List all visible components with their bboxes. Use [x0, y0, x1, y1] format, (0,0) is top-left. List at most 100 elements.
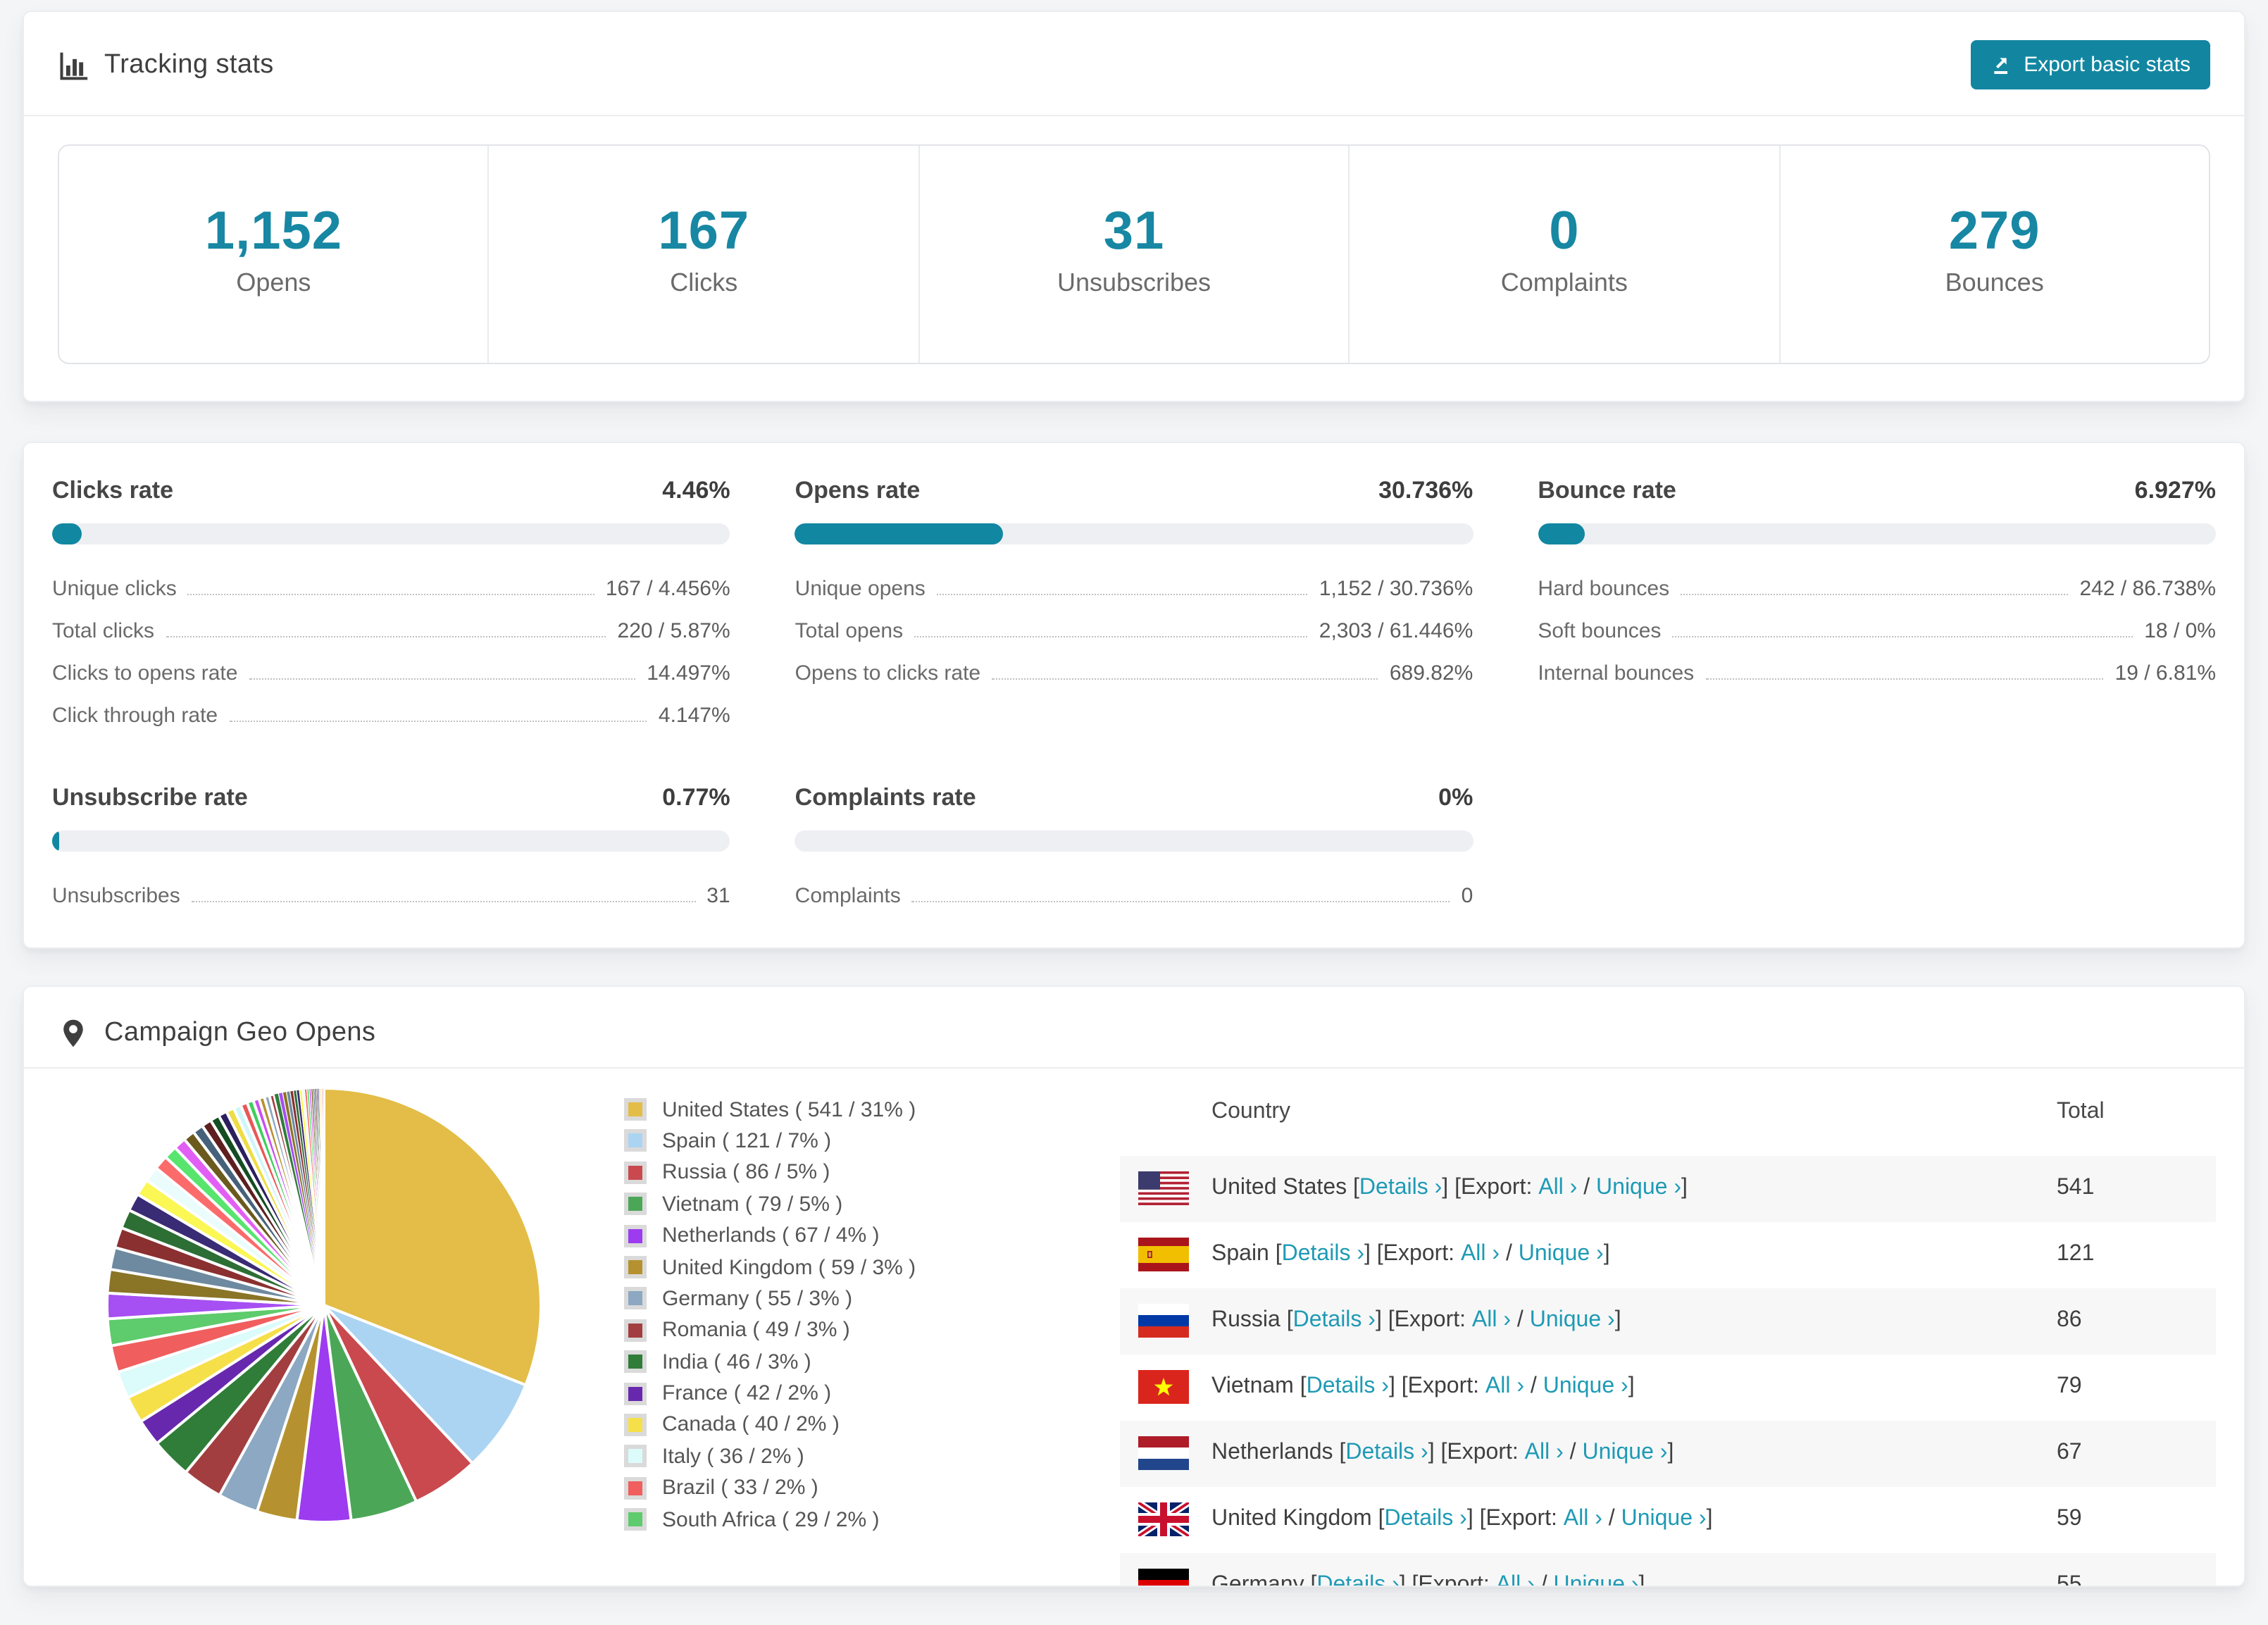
legend-swatch — [624, 1193, 647, 1216]
rate-progress-bar — [795, 523, 1473, 544]
legend-item-brazil: Brazil ( 33 / 2% ) — [624, 1472, 1120, 1504]
header-divider — [24, 115, 2244, 116]
detail-value: 31 — [706, 883, 730, 908]
export-unique-link-spain[interactable]: Unique › — [1519, 1243, 1604, 1268]
legend-item-germany: Germany ( 55 / 3% ) — [624, 1283, 1120, 1314]
export-unique-link-netherlands[interactable]: Unique › — [1582, 1441, 1667, 1467]
rate-progress-fill — [795, 523, 1004, 544]
row-text: ] — [1614, 1308, 1621, 1333]
legend-label: South Africa ( 29 / 2% ) — [662, 1507, 880, 1532]
table-row-united-kingdom: United Kingdom [Details ›] [Export: All … — [1120, 1487, 2216, 1553]
rate-head: Complaints rate 0% — [795, 784, 1473, 812]
detail-value: 19 / 6.81% — [2114, 661, 2216, 685]
stat-box-opens: 1,152 Opens — [59, 146, 490, 363]
stat-label: Bounces — [1945, 268, 2044, 297]
row-text: ] [Export: — [1428, 1440, 1525, 1465]
details-link-spain[interactable]: Details › — [1282, 1243, 1364, 1268]
export-all-link-vietnam[interactable]: All › — [1485, 1375, 1524, 1400]
stat-label: Clicks — [670, 268, 738, 297]
detail-label: Internal bounces — [1538, 661, 1695, 685]
dotted-leader — [1705, 678, 2104, 680]
table-row-vietnam: Vietnam [Details ›] [Export: All › / Uni… — [1120, 1355, 2216, 1421]
country-name: United States — [1211, 1176, 1347, 1200]
details-link-united-states[interactable]: Details › — [1359, 1176, 1442, 1202]
dotted-leader — [1672, 635, 2133, 637]
details-link-vietnam[interactable]: Details › — [1307, 1375, 1389, 1400]
row-text: / — [1524, 1374, 1543, 1399]
export-unique-link-germany[interactable]: Unique › — [1554, 1574, 1639, 1586]
row-text: [ — [1333, 1440, 1346, 1465]
rate-detail-rows: Unique opens 1,152 / 30.736% Total opens 2,… — [795, 567, 1473, 694]
legend-swatch — [624, 1382, 647, 1405]
legend-swatch — [624, 1508, 647, 1531]
export-unique-link-russia[interactable]: Unique › — [1530, 1309, 1615, 1334]
rate-detail-row-total-opens: Total opens 2,303 / 61.446% — [795, 609, 1473, 652]
export-all-link-netherlands[interactable]: All › — [1525, 1441, 1564, 1467]
rate-value: 6.927% — [2134, 476, 2216, 504]
export-unique-link-united-states[interactable]: Unique › — [1596, 1176, 1681, 1202]
table-row-spain: Spain [Details ›] [Export: All › / Uniqu… — [1120, 1222, 2216, 1288]
detail-label: Unique clicks — [52, 576, 177, 601]
export-basic-stats-button[interactable]: Export basic stats — [1970, 40, 2210, 89]
geo-content: United States ( 541 / 31% ) Spain ( 121 /… — [24, 1069, 2244, 1587]
export-unique-link-united-kingdom[interactable]: Unique › — [1621, 1507, 1707, 1533]
stat-value: 1,152 — [204, 202, 342, 261]
export-all-link-russia[interactable]: All › — [1472, 1309, 1511, 1334]
column-header-country: Country — [1211, 1099, 1291, 1123]
legend-item-canada: Canada ( 40 / 2% ) — [624, 1409, 1120, 1441]
rate-detail-row-hard-bounces: Hard bounces 242 / 86.738% — [1538, 567, 2216, 609]
details-link-russia[interactable]: Details › — [1293, 1309, 1376, 1334]
export-basic-stats-label: Export basic stats — [2024, 53, 2191, 77]
rate-title: Opens rate — [795, 476, 921, 504]
detail-value: 4.147% — [658, 703, 730, 728]
details-link-netherlands[interactable]: Details › — [1345, 1441, 1428, 1467]
vietnam-flag-icon — [1138, 1370, 1189, 1405]
rate-section-bounce-rate: Bounce rate 6.927% Hard bounces 242 / 86.73… — [1538, 477, 2216, 736]
row-text: ] [Export: — [1399, 1573, 1496, 1587]
legend-label: France ( 42 / 2% ) — [662, 1381, 832, 1406]
export-all-link-united-kingdom[interactable]: All › — [1564, 1507, 1602, 1533]
rates-grid: Clicks rate 4.46% Unique clicks 167 / 4.456… — [52, 477, 2216, 916]
legend-label: United States ( 541 / 31% ) — [662, 1097, 916, 1122]
legend-label: Romania ( 49 / 3% ) — [662, 1318, 850, 1343]
detail-label: Clicks to opens rate — [52, 661, 238, 685]
stat-box-clicks: 167 Clicks — [490, 146, 920, 363]
rate-title: Bounce rate — [1538, 476, 1676, 504]
export-all-link-spain[interactable]: All › — [1461, 1243, 1500, 1268]
rate-section-complaints-rate: Complaints rate 0% Complaints 0 — [795, 784, 1473, 916]
rate-progress-bar — [52, 830, 730, 852]
detail-label: Soft bounces — [1538, 618, 1662, 643]
legend-item-united-kingdom: United Kingdom ( 59 / 3% ) — [624, 1252, 1120, 1283]
rate-detail-rows: Unsubscribes 31 — [52, 874, 730, 916]
country-cell: Germany [Details ›] [Export: All › / Uni… — [1120, 1569, 2057, 1587]
row-text: / — [1577, 1176, 1597, 1200]
legend-swatch — [624, 1256, 647, 1279]
dotted-leader — [911, 900, 1450, 902]
geo-pie-chart — [105, 1086, 543, 1524]
rate-detail-row-soft-bounces: Soft bounces 18 / 0% — [1538, 609, 2216, 652]
stat-box-complaints: 0 Complaints — [1350, 146, 1781, 363]
rate-progress-bar — [795, 830, 1473, 852]
geo-header: Campaign Geo Opens — [24, 987, 2244, 1067]
export-unique-link-vietnam[interactable]: Unique › — [1543, 1375, 1628, 1400]
rate-detail-row-unique-opens: Unique opens 1,152 / 30.736% — [795, 567, 1473, 609]
stat-label: Complaints — [1500, 268, 1628, 297]
country-name: Netherlands — [1211, 1440, 1333, 1465]
row-text: ] — [1628, 1374, 1635, 1399]
legend-label: Germany ( 55 / 3% ) — [662, 1286, 853, 1311]
export-all-link-germany[interactable]: All › — [1496, 1574, 1535, 1586]
row-text: / — [1511, 1308, 1530, 1333]
legend-item-italy: Italy ( 36 / 2% ) — [624, 1440, 1120, 1472]
legend-label: Spain ( 121 / 7% ) — [662, 1128, 832, 1153]
row-text: ] — [1667, 1440, 1674, 1465]
legend-label: United Kingdom ( 59 / 3% ) — [662, 1255, 916, 1280]
details-link-germany[interactable]: Details › — [1316, 1574, 1399, 1586]
row-text: ] [Export: — [1388, 1374, 1485, 1399]
export-all-link-united-states[interactable]: All › — [1538, 1176, 1577, 1202]
dotted-leader — [191, 900, 696, 902]
country-cell: Vietnam [Details ›] [Export: All › / Uni… — [1120, 1370, 2057, 1405]
details-link-united-kingdom[interactable]: Details › — [1384, 1507, 1466, 1533]
rate-value: 4.46% — [662, 476, 730, 504]
total-cell: 121 — [2057, 1242, 2095, 1266]
rate-progress-bar — [52, 523, 730, 544]
